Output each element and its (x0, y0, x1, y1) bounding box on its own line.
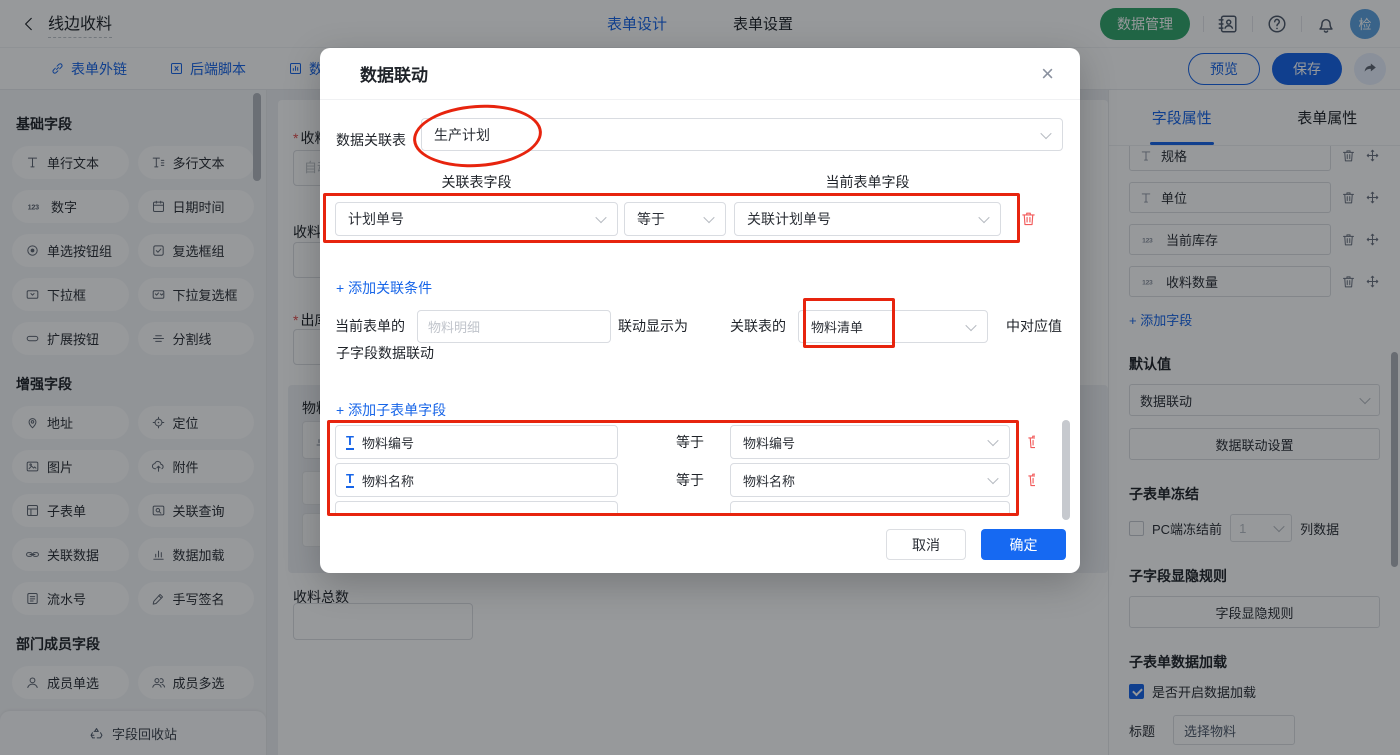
linked-table-label: 关联表的 (730, 318, 786, 334)
linked-field-select[interactable]: 物料清单 (798, 310, 988, 343)
subfield-rows: T 物料编号 等于 物料编号 T 物料名称 等于 物料名称 (335, 425, 1035, 515)
subfield-linkage-row: T 物料名称 等于 物料名称 (335, 463, 1035, 497)
subfield-source-label: 物料名称 (361, 473, 414, 489)
subfield-target-value: 物料编号 (743, 435, 796, 451)
modal-body: 数据关联表 生产计划 关联表字段 当前表单字段 计划单号 等于 关联计划单号 +… (320, 100, 1080, 573)
subfield-operator: 等于 (676, 472, 704, 488)
data-linkage-modal: 数据联动 × 数据关联表 生产计划 关联表字段 当前表单字段 计划单号 等于 关… (320, 48, 1080, 573)
trash-icon[interactable] (1026, 471, 1035, 488)
condition-target-select[interactable]: 关联计划单号 (734, 202, 1001, 236)
chevron-down-icon (987, 472, 999, 485)
subfield-source-label: 物料编号 (361, 435, 414, 451)
close-icon[interactable]: × (1041, 62, 1054, 85)
subfield-source-box[interactable]: T 物料编号 (335, 425, 618, 459)
add-subfield-link[interactable]: + 添加子表单字段 (336, 400, 446, 420)
chevron-down-icon (987, 434, 999, 447)
column-header-left: 关联表字段 (441, 174, 512, 190)
cancel-button[interactable]: 取消 (886, 529, 966, 560)
chevron-down-icon (703, 211, 715, 224)
condition-operator-value: 等于 (637, 211, 665, 227)
modal-title: 数据联动 (360, 66, 428, 85)
linked-field-value: 物料清单 (811, 320, 864, 335)
link-table-label: 数据关联表 (336, 132, 406, 148)
trash-icon[interactable] (1026, 433, 1035, 450)
value-suffix-label: 中对应值 (1006, 318, 1062, 334)
condition-field-value: 计划单号 (348, 211, 404, 227)
subfield-rows-list: T 物料编号 等于 物料编号 T 物料名称 等于 物料名称 (335, 425, 1035, 497)
clipped-subfield-row (335, 501, 1035, 515)
chevron-down-icon (595, 211, 607, 224)
text-field-icon: T (346, 433, 354, 450)
subfield-target-value: 物料名称 (743, 473, 796, 489)
condition-operator-select[interactable]: 等于 (624, 202, 726, 236)
add-condition-link[interactable]: + 添加关联条件 (336, 278, 432, 298)
modal-scrollbar[interactable] (1062, 420, 1070, 520)
condition-field-select[interactable]: 计划单号 (335, 202, 618, 236)
subfield-target-select[interactable]: 物料编号 (730, 425, 1010, 459)
link-table-value: 生产计划 (434, 126, 490, 143)
display-as-label: 联动显示为 (618, 318, 688, 334)
trash-icon[interactable] (1020, 210, 1037, 227)
column-header-right: 当前表单字段 (825, 174, 910, 190)
current-form-field-input[interactable]: 物料明细 (417, 310, 611, 343)
link-table-select[interactable]: 生产计划 (421, 118, 1063, 151)
text-field-icon: T (346, 471, 354, 488)
chevron-down-icon (965, 319, 977, 331)
modal-header: 数据联动 × (320, 48, 1080, 100)
chevron-down-icon (978, 211, 990, 224)
current-form-label: 当前表单的 (335, 318, 405, 334)
subfield-source-box[interactable]: T 物料名称 (335, 463, 618, 497)
subfield-operator: 等于 (676, 434, 704, 450)
subfield-linkage-row: T 物料编号 等于 物料编号 (335, 425, 1035, 459)
confirm-button[interactable]: 确定 (981, 529, 1066, 560)
subfield-target-select[interactable]: 物料名称 (730, 463, 1010, 497)
condition-target-value: 关联计划单号 (747, 211, 831, 227)
chevron-down-icon (1040, 127, 1052, 139)
form-designer-app: 线边收料 表单设计 表单设置 数据管理 检 表单外链 后端脚本 预览 保存 基础… (0, 0, 1400, 755)
subfield-linkage-title: 子字段数据联动 (336, 345, 434, 361)
